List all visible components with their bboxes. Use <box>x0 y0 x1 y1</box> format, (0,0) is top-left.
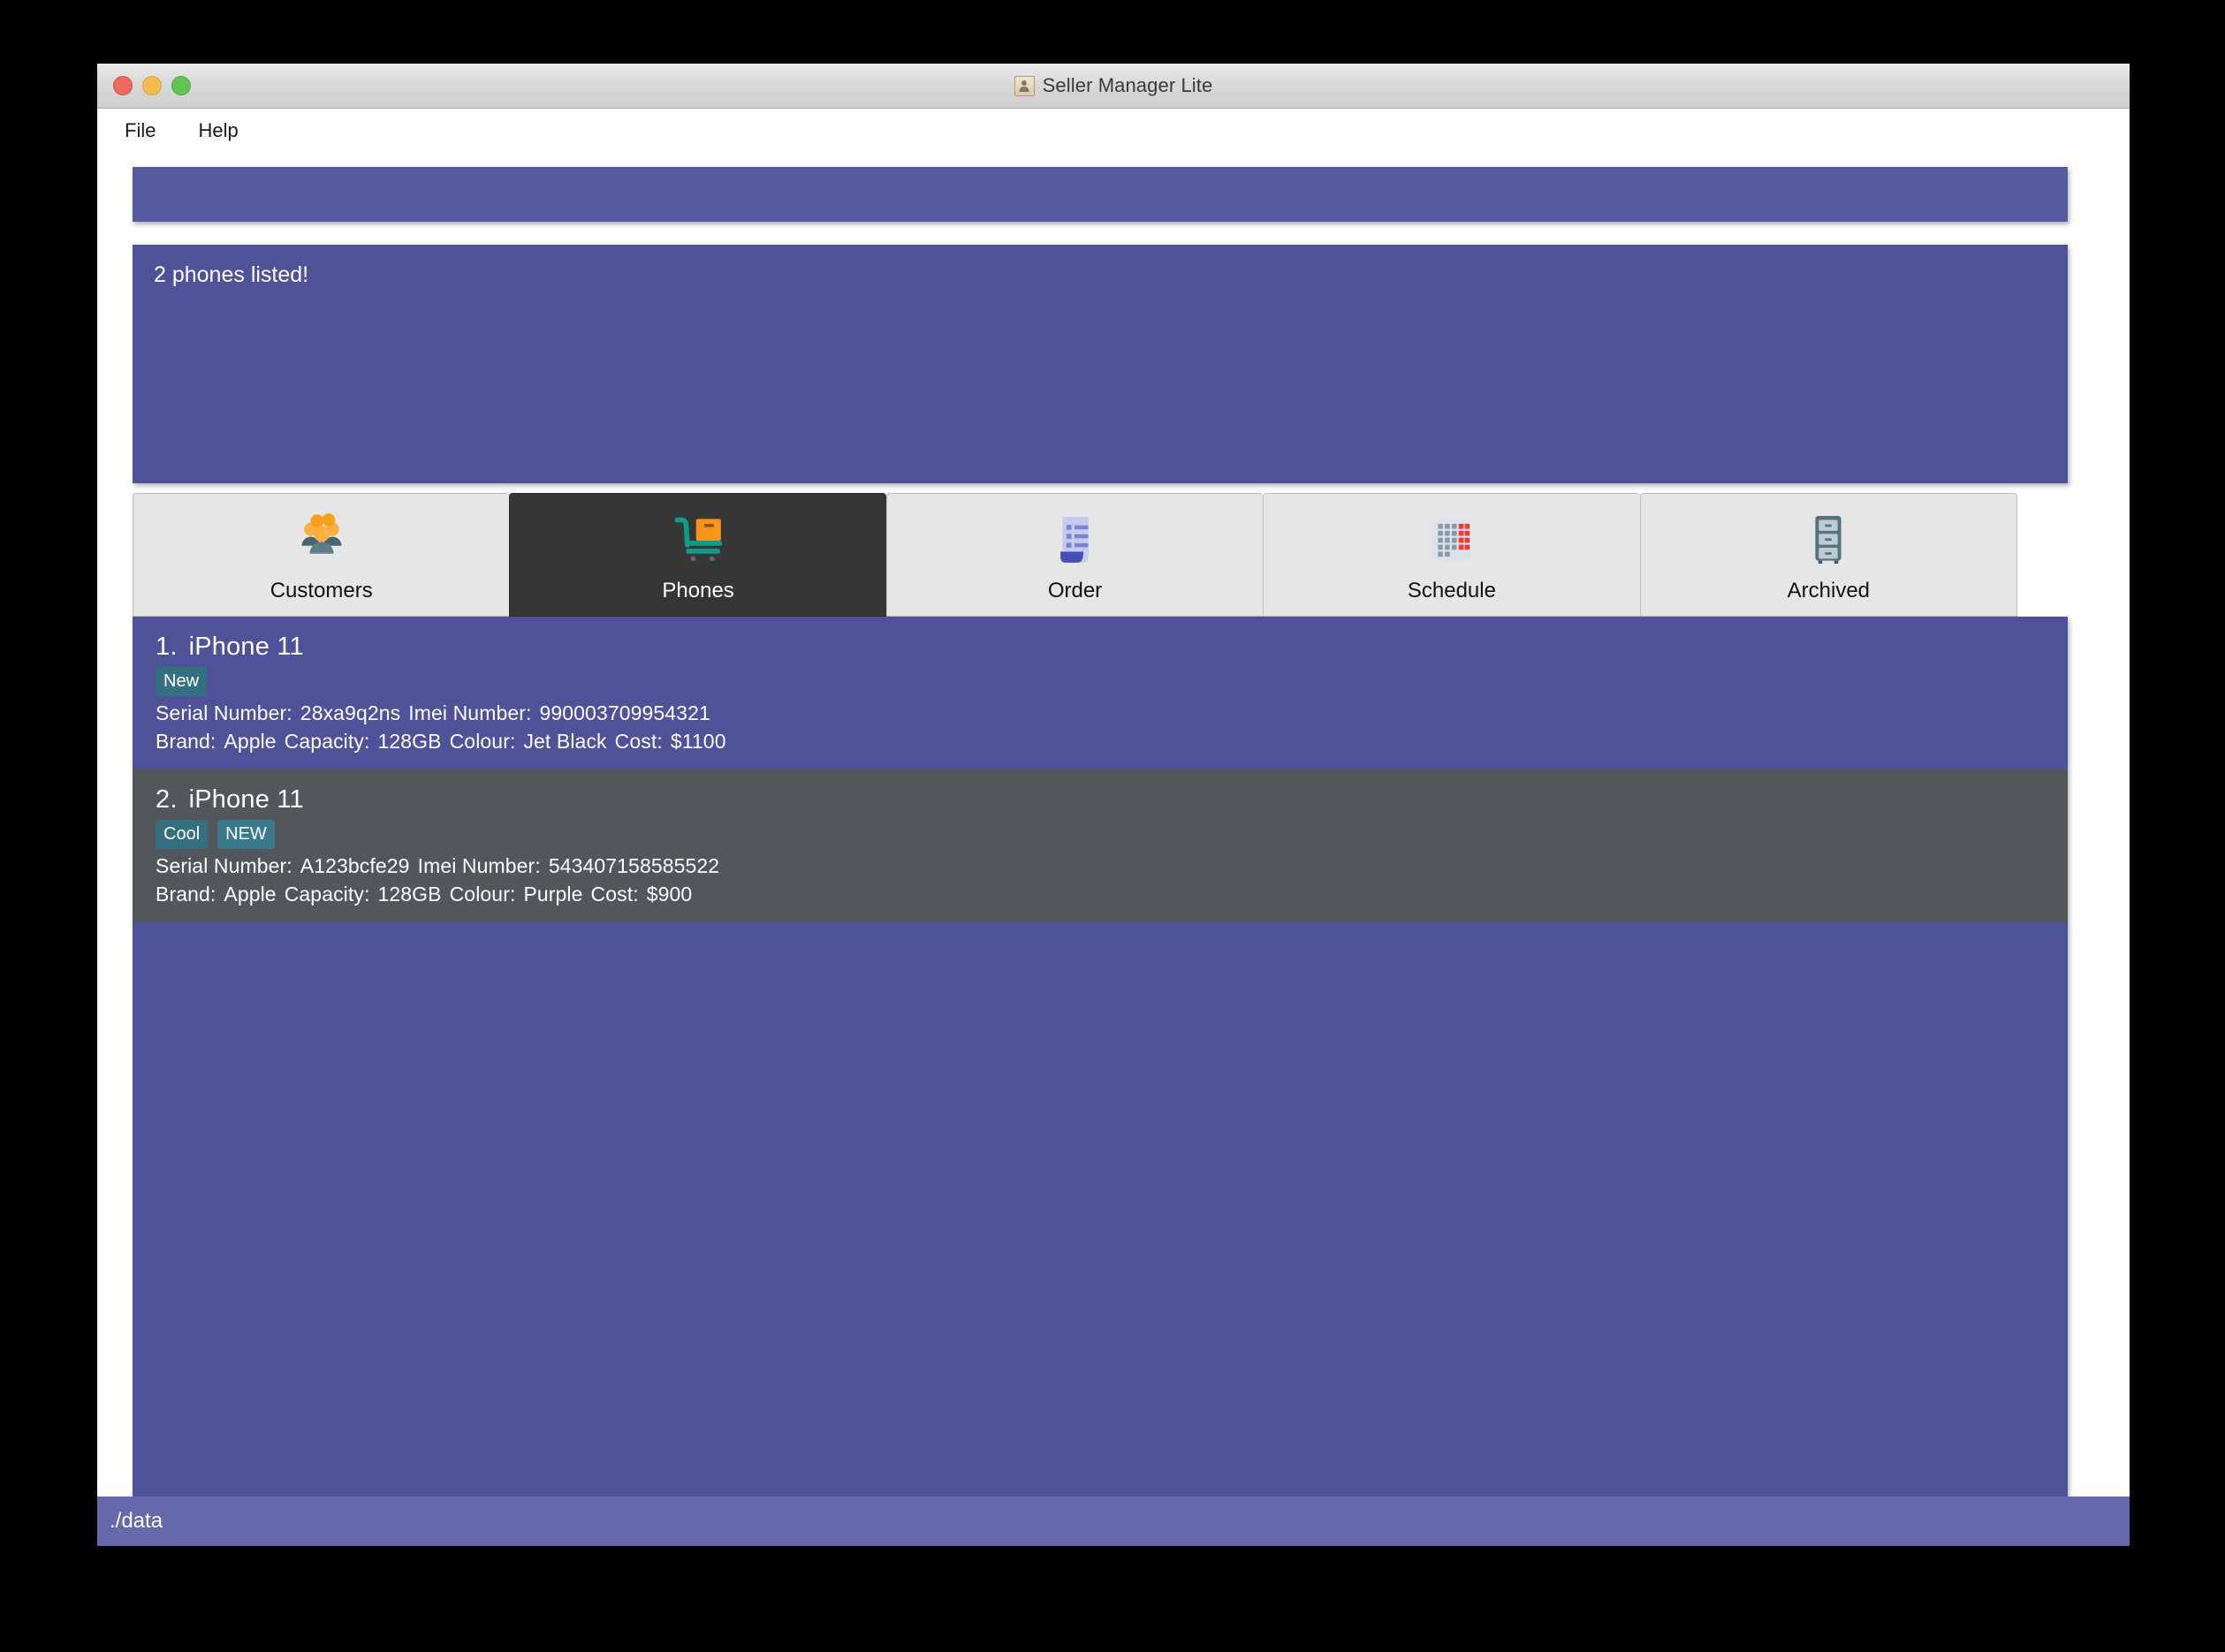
colour-value: Jet Black <box>523 730 607 753</box>
phone-title: 2. iPhone 11 <box>156 785 2068 815</box>
cost-value: $900 <box>646 883 693 906</box>
phone-model: iPhone 11 <box>188 785 304 814</box>
app-window: Seller Manager Lite File Help 2 phones l… <box>97 64 2130 1546</box>
phone-identifiers: Serial Number: A123bcfe29 Imei Number: 5434… <box>156 854 2068 878</box>
file-cabinet-icon <box>1815 516 1842 564</box>
tab-schedule[interactable]: Schedule <box>1263 493 1640 617</box>
phone-specs: Brand: Apple Capacity: 128GB Colour: Jet Blac… <box>156 730 2068 754</box>
colour-label: Colour: <box>449 883 516 906</box>
table-row[interactable]: 1. iPhone 11 New Serial Number: 28xa9q2ns I… <box>133 617 2068 769</box>
phones-list[interactable]: 1. iPhone 11 New Serial Number: 28xa9q2ns I… <box>133 617 2068 1544</box>
window-title: Seller Manager Lite <box>1042 74 1213 96</box>
close-window-button[interactable] <box>113 76 133 95</box>
tag-list: New <box>156 667 2068 696</box>
tab-schedule-label: Schedule <box>1407 579 1496 602</box>
data-path-text: ./data <box>110 1509 163 1533</box>
brand-label: Brand: <box>156 730 216 753</box>
imei-value: 543407158585522 <box>548 854 720 877</box>
status-message-text: 2 phones listed! <box>154 262 309 287</box>
tab-customers-label: Customers <box>270 579 373 602</box>
client-area: 2 phones listed! Customers Phones Order … <box>97 153 2130 1546</box>
imei-label: Imei Number: <box>417 854 541 877</box>
phone-index: 1. <box>156 633 178 661</box>
contact-card-icon <box>1014 75 1035 96</box>
capacity-value: 128GB <box>377 730 442 753</box>
capacity-label: Capacity: <box>284 730 370 753</box>
minimize-window-button[interactable] <box>142 76 162 95</box>
tag-list: Cool NEW <box>156 820 2068 849</box>
phone-specs: Brand: Apple Capacity: 128GB Colour: Purple Co… <box>156 883 2068 906</box>
serial-label: Serial Number: <box>156 701 292 724</box>
table-row[interactable]: 2. iPhone 11 Cool NEW Serial Number: A123b… <box>133 769 2068 922</box>
tab-phones-label: Phones <box>662 579 734 602</box>
titlebar: Seller Manager Lite <box>97 64 2130 109</box>
brand-value: Apple <box>224 730 277 753</box>
colour-value: Purple <box>523 883 583 906</box>
serial-value: A123bcfe29 <box>300 854 410 877</box>
capacity-label: Capacity: <box>284 883 370 906</box>
phone-title: 1. iPhone 11 <box>156 633 2068 662</box>
toolbar-band <box>133 167 2068 222</box>
status-badge: NEW <box>217 820 275 849</box>
maximize-window-button[interactable] <box>171 76 191 95</box>
document-list-icon <box>1059 517 1089 563</box>
window-title-group: Seller Manager Lite <box>97 74 2130 97</box>
tab-order-label: Order <box>1047 579 1103 602</box>
menubar: File Help <box>97 109 2130 153</box>
imei-label: Imei Number: <box>408 701 532 724</box>
status-badge: Cool <box>156 820 209 849</box>
phone-index: 2. <box>156 785 178 814</box>
people-group-icon <box>301 513 342 554</box>
tab-archived-label: Archived <box>1787 579 1871 602</box>
brand-label: Brand: <box>156 883 216 906</box>
shopping-cart-icon <box>674 517 723 562</box>
cost-label: Cost: <box>590 883 639 906</box>
calendar-grid-icon <box>1432 519 1471 561</box>
serial-value: 28xa9q2ns <box>300 701 401 724</box>
tab-archived[interactable]: Archived <box>1639 493 2018 617</box>
traffic-lights <box>113 64 191 108</box>
serial-label: Serial Number: <box>156 854 292 877</box>
tab-order[interactable]: Order <box>885 493 1264 617</box>
phone-model: iPhone 11 <box>188 633 304 661</box>
colour-label: Colour: <box>449 730 516 753</box>
tab-customers[interactable]: Customers <box>133 493 510 617</box>
tab-bar: Customers Phones Order Schedule Archived <box>133 493 2018 617</box>
imei-value: 990003709954321 <box>539 701 710 724</box>
capacity-value: 128GB <box>377 883 442 906</box>
cost-label: Cost: <box>614 730 663 753</box>
menu-help[interactable]: Help <box>194 117 242 145</box>
status-bar: ./data <box>97 1497 2130 1546</box>
status-message-panel: 2 phones listed! <box>133 245 2068 483</box>
brand-value: Apple <box>224 883 277 906</box>
phone-identifiers: Serial Number: 28xa9q2ns Imei Number: 99000… <box>156 701 2068 725</box>
status-badge: New <box>156 667 208 696</box>
cost-value: $1100 <box>670 730 726 753</box>
tab-phones[interactable]: Phones <box>509 493 886 617</box>
menu-file[interactable]: File <box>120 117 160 145</box>
